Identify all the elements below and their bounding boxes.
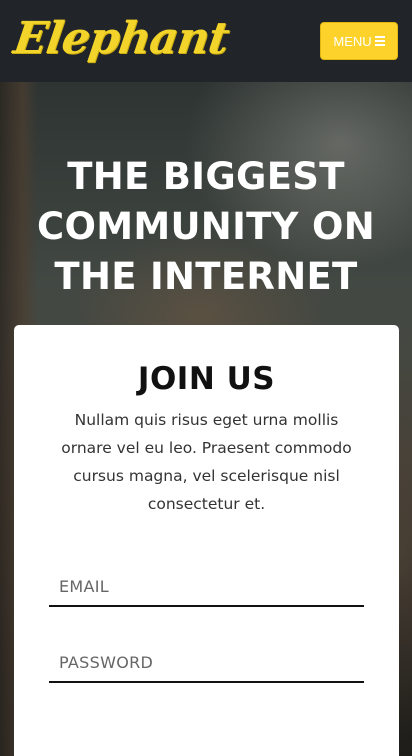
signup-title: JOIN US [137,361,276,397]
hamburger-icon [374,36,385,46]
brand-logo[interactable]: Elephant [10,8,233,70]
menu-button-label: MENU [333,33,372,49]
hero-title: THE BIGGEST COMMUNITY ON THE INTERNET [37,155,375,298]
password-field[interactable] [49,643,364,683]
signup-card: JOIN US Nullam quis risus eget urna moll… [14,325,399,756]
signup-description: Nullam quis risus eget urna mollis ornar… [61,411,352,513]
email-field[interactable] [49,567,364,607]
navbar: Elephant MENU [0,0,412,82]
menu-button[interactable]: MENU [320,22,398,60]
